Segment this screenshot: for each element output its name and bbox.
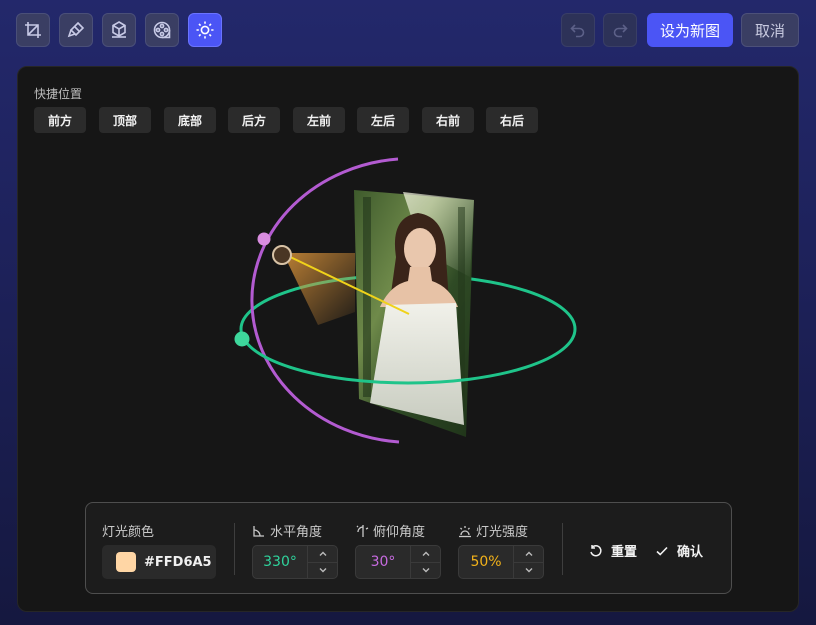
sun-icon bbox=[196, 21, 214, 39]
reset-icon bbox=[590, 544, 602, 556]
horizontal-angle-arrows bbox=[307, 546, 337, 578]
intensity-label: 灯光强度 bbox=[458, 521, 528, 540]
film-reel-icon bbox=[153, 21, 171, 39]
light-color-label: 灯光颜色 bbox=[102, 521, 154, 540]
divider bbox=[562, 523, 563, 575]
quick-positions-title: 快捷位置 bbox=[34, 87, 83, 101]
light-source-handle[interactable] bbox=[272, 245, 292, 265]
intensity-value[interactable]: 50% bbox=[459, 546, 513, 578]
intensity-stepper[interactable]: 50% bbox=[458, 545, 544, 579]
redo-icon bbox=[613, 24, 628, 38]
chevron-up-icon bbox=[422, 551, 429, 556]
horizontal-angle-decrement[interactable] bbox=[308, 561, 337, 579]
quick-position-left-back[interactable]: 左后 bbox=[357, 107, 409, 133]
filter-tool-button[interactable] bbox=[145, 13, 179, 47]
horizontal-handle[interactable] bbox=[234, 331, 250, 347]
divider bbox=[234, 523, 235, 575]
light-color-picker[interactable]: #FFD6A5 bbox=[102, 545, 216, 579]
pitch-angle-increment[interactable] bbox=[411, 546, 440, 562]
horizontal-angle-label-text: 水平角度 bbox=[270, 525, 323, 540]
quick-position-right-front[interactable]: 右前 bbox=[422, 107, 474, 133]
intensity-increment[interactable] bbox=[514, 546, 543, 562]
set-as-new-image-button[interactable]: 设为新图 bbox=[647, 13, 733, 47]
pitch-angle-decrement[interactable] bbox=[411, 561, 440, 579]
lighting-panel: 快捷位置 前方 顶部 底部 后方 左前 左后 右前 右后 灯光颜色 #FFD6A… bbox=[17, 66, 799, 612]
confirm-label: 确认 bbox=[677, 545, 704, 560]
quick-position-bottom[interactable]: 底部 bbox=[164, 107, 216, 133]
quick-position-back[interactable]: 后方 bbox=[228, 107, 280, 133]
subject-photo bbox=[354, 190, 474, 437]
light-tool-button[interactable] bbox=[188, 13, 222, 47]
chevron-down-icon bbox=[422, 568, 429, 573]
chevron-down-icon bbox=[319, 568, 326, 573]
reset-button[interactable]: 重置 bbox=[589, 541, 637, 560]
undo-icon bbox=[570, 24, 585, 38]
intensity-arrows bbox=[513, 546, 543, 578]
intensity-label-text: 灯光强度 bbox=[476, 525, 529, 540]
light-control-bar: 灯光颜色 #FFD6A5 水平角度 330° 俯仰角度 30° 灯光强度 50%… bbox=[85, 502, 732, 594]
pitch-icon bbox=[356, 524, 369, 537]
undo-button[interactable] bbox=[561, 13, 595, 47]
redo-button[interactable] bbox=[603, 13, 637, 47]
intensity-decrement[interactable] bbox=[514, 561, 543, 579]
check-icon bbox=[656, 546, 668, 556]
pitch-angle-value[interactable]: 30° bbox=[356, 546, 410, 578]
chevron-down-icon bbox=[525, 568, 532, 573]
crop-icon bbox=[25, 22, 41, 38]
pitch-angle-stepper[interactable]: 30° bbox=[355, 545, 441, 579]
cancel-button[interactable]: 取消 bbox=[741, 13, 799, 47]
quick-position-left-front[interactable]: 左前 bbox=[293, 107, 345, 133]
quick-position-front[interactable]: 前方 bbox=[34, 107, 86, 133]
horizontal-angle-label: 水平角度 bbox=[252, 521, 322, 540]
quick-position-right-back[interactable]: 右后 bbox=[486, 107, 538, 133]
pitch-angle-arrows bbox=[410, 546, 440, 578]
horizontal-angle-increment[interactable] bbox=[308, 546, 337, 562]
horizontal-angle-stepper[interactable]: 330° bbox=[252, 545, 338, 579]
3d-tool-button[interactable] bbox=[102, 13, 136, 47]
light-intensity-icon bbox=[459, 525, 471, 537]
light-color-swatch[interactable] bbox=[116, 552, 136, 572]
pitch-angle-label: 俯仰角度 bbox=[355, 521, 425, 540]
quick-position-top[interactable]: 顶部 bbox=[99, 107, 151, 133]
light-color-hex: #FFD6A5 bbox=[144, 554, 212, 570]
pitch-angle-label-text: 俯仰角度 bbox=[373, 525, 426, 540]
brush-icon bbox=[67, 21, 85, 38]
pitch-handle[interactable] bbox=[257, 232, 271, 246]
top-toolbar: 设为新图 取消 bbox=[0, 0, 816, 60]
chevron-up-icon bbox=[525, 551, 532, 556]
confirm-button[interactable]: 确认 bbox=[655, 541, 703, 560]
horizontal-angle-value[interactable]: 330° bbox=[253, 546, 307, 578]
light-color-label-text: 灯光颜色 bbox=[102, 525, 155, 540]
cube-icon bbox=[112, 21, 126, 38]
brush-tool-button[interactable] bbox=[59, 13, 93, 47]
angle-icon bbox=[253, 525, 264, 537]
reset-label: 重置 bbox=[611, 545, 638, 560]
chevron-up-icon bbox=[319, 551, 326, 556]
crop-tool-button[interactable] bbox=[16, 13, 50, 47]
